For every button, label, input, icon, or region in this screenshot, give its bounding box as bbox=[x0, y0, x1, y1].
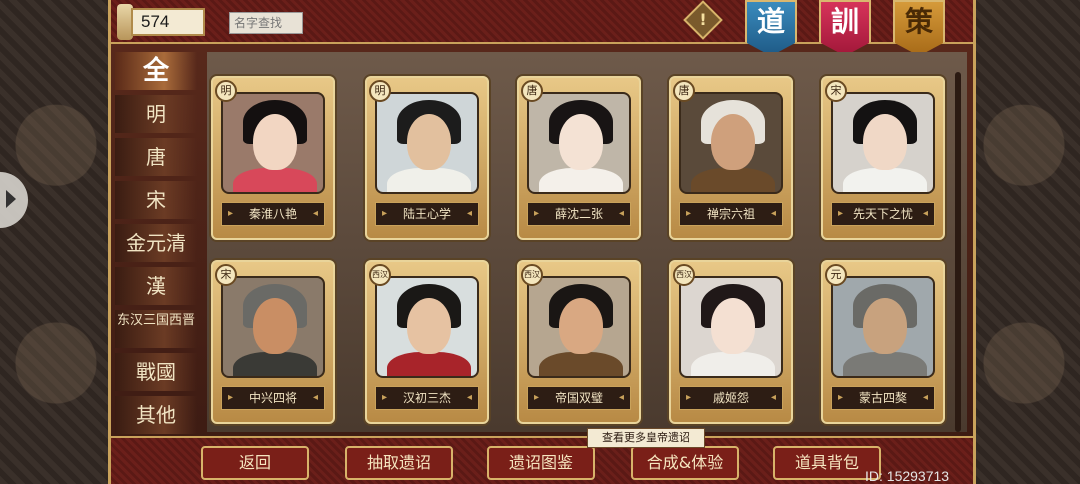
hero-card[interactable]: 明陆王心学 bbox=[365, 76, 489, 240]
hero-name-label: 秦淮八艳 bbox=[221, 202, 325, 226]
nav-item-other[interactable]: 其他 bbox=[115, 396, 197, 434]
dynasty-badge: 明 bbox=[369, 80, 391, 102]
collection-count: 574 bbox=[131, 8, 205, 36]
dynasty-badge: 元 bbox=[825, 264, 847, 286]
nav-item-han[interactable]: 漢 bbox=[115, 267, 197, 305]
player-id: ID: 15293713 bbox=[865, 468, 950, 484]
hero-card[interactable]: 西汉戚姬怨 bbox=[669, 260, 793, 424]
dynasty-badge: 明 bbox=[215, 80, 237, 102]
top-bar: 574 ! 道 訓 策 bbox=[111, 0, 973, 56]
nav-item-jin-yuan-qing[interactable]: 金元清 bbox=[115, 224, 197, 262]
hero-portrait bbox=[221, 92, 325, 194]
back-button[interactable]: 返回 bbox=[201, 446, 309, 480]
hero-card[interactable]: 唐薛沈二张 bbox=[517, 76, 641, 240]
hero-card[interactable]: 宋中兴四将 bbox=[211, 260, 335, 424]
gallery-tooltip: 查看更多皇帝遗诏 bbox=[587, 428, 705, 448]
hero-name-label: 戚姬怨 bbox=[679, 386, 783, 410]
hero-card[interactable]: 明秦淮八艳 bbox=[211, 76, 335, 240]
dynasty-badge: 唐 bbox=[521, 80, 543, 102]
hero-name-label: 薛沈二张 bbox=[527, 202, 631, 226]
hero-card[interactable]: 西汉汉初三杰 bbox=[365, 260, 489, 424]
main-frame: 574 ! 道 訓 策 全 明 唐 宋 金元清 漢 东汉三国西晋 戰國 其他 返… bbox=[108, 0, 976, 484]
banner-ce[interactable]: 策 bbox=[893, 0, 945, 56]
combine-experience-button[interactable]: 合成&体验 bbox=[631, 446, 739, 480]
dynasty-badge: 西汉 bbox=[521, 264, 543, 286]
nav-item-ming[interactable]: 明 bbox=[115, 95, 197, 133]
hero-name-label: 汉初三杰 bbox=[375, 386, 479, 410]
hero-portrait bbox=[831, 276, 935, 378]
hero-name-label: 蒙古四獒 bbox=[831, 386, 935, 410]
nav-item-tang[interactable]: 唐 bbox=[115, 138, 197, 176]
nav-item-all[interactable]: 全 bbox=[115, 52, 197, 90]
hero-name-label: 先天下之忧 bbox=[831, 202, 935, 226]
left-decor-panel bbox=[0, 0, 112, 484]
hero-portrait bbox=[679, 276, 783, 378]
nav-item-song[interactable]: 宋 bbox=[115, 181, 197, 219]
bottom-bar: 返回 抽取遗诏 遗诏图鉴 合成&体验 道具背包 查看更多皇帝遗诏 ID: 152… bbox=[111, 428, 973, 484]
hero-name-label: 中兴四将 bbox=[221, 386, 325, 410]
warning-icon[interactable]: ! bbox=[683, 0, 723, 40]
hero-portrait bbox=[527, 276, 631, 378]
banner-dao[interactable]: 道 bbox=[745, 0, 797, 56]
dynasty-badge: 宋 bbox=[215, 264, 237, 286]
draw-edict-button[interactable]: 抽取遗诏 bbox=[345, 446, 453, 480]
hero-card[interactable]: 西汉帝国双璧 bbox=[517, 260, 641, 424]
right-decor-panel bbox=[968, 0, 1080, 484]
hero-name-label: 禅宗六祖 bbox=[679, 202, 783, 226]
banner-xun[interactable]: 訓 bbox=[819, 0, 871, 56]
hero-portrait bbox=[527, 92, 631, 194]
hero-name-label: 陆王心学 bbox=[375, 202, 479, 226]
name-search-input[interactable] bbox=[229, 12, 303, 34]
hero-portrait bbox=[375, 276, 479, 378]
hero-card[interactable]: 唐禅宗六祖 bbox=[669, 76, 793, 240]
hero-portrait bbox=[831, 92, 935, 194]
dynasty-badge: 西汉 bbox=[673, 264, 695, 286]
dynasty-badge: 西汉 bbox=[369, 264, 391, 286]
dynasty-nav: 全 明 唐 宋 金元清 漢 东汉三国西晋 戰國 其他 bbox=[115, 52, 205, 434]
dynasty-badge: 宋 bbox=[825, 80, 847, 102]
hero-portrait bbox=[375, 92, 479, 194]
scrollbar[interactable] bbox=[955, 72, 961, 432]
edict-gallery-button[interactable]: 遗诏图鉴 bbox=[487, 446, 595, 480]
nav-item-zhanguo[interactable]: 戰國 bbox=[115, 353, 197, 391]
hero-card[interactable]: 宋先天下之忧 bbox=[821, 76, 945, 240]
hero-portrait bbox=[679, 92, 783, 194]
hero-card[interactable]: 元蒙古四獒 bbox=[821, 260, 945, 424]
dynasty-badge: 唐 bbox=[673, 80, 695, 102]
nav-item-donghan-sanguo-xijin[interactable]: 东汉三国西晋 bbox=[115, 310, 197, 348]
hero-portrait bbox=[221, 276, 325, 378]
hero-name-label: 帝国双璧 bbox=[527, 386, 631, 410]
